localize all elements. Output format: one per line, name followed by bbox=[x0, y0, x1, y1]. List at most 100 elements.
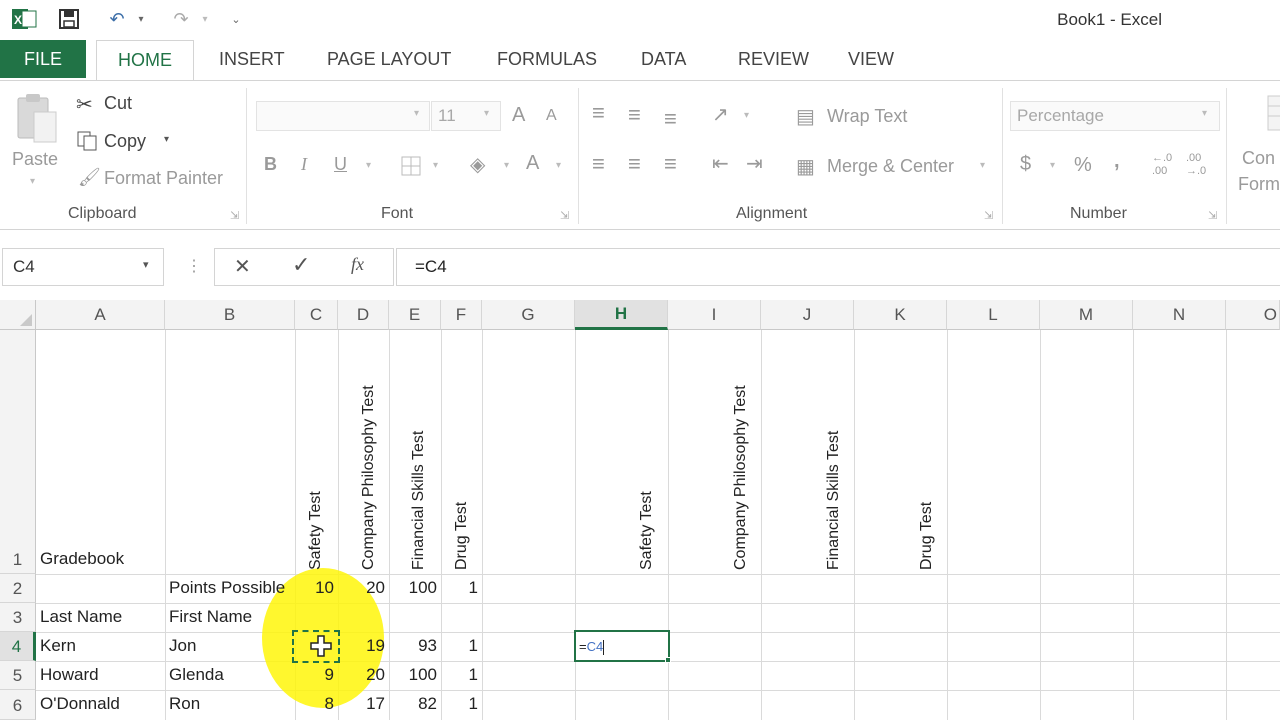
cell-d1[interactable]: Company Philosophy Test bbox=[360, 346, 378, 570]
insert-function-icon[interactable]: fx bbox=[351, 254, 364, 275]
tab-data[interactable]: DATA bbox=[641, 40, 686, 78]
number-format-combo[interactable]: Percentage bbox=[1010, 101, 1220, 131]
underline-button[interactable]: U bbox=[334, 154, 347, 175]
cell-c1[interactable]: Safety Test bbox=[307, 460, 325, 570]
cell-h1[interactable]: Safety Test bbox=[638, 460, 656, 570]
name-box-dropdown-icon[interactable]: ▾ bbox=[143, 258, 149, 271]
cell-e4[interactable]: 93 bbox=[389, 636, 437, 656]
tab-formulas[interactable]: FORMULAS bbox=[497, 40, 597, 78]
cell-b6[interactable]: Ron bbox=[169, 694, 200, 714]
customize-qat-icon[interactable]: ⌄ bbox=[228, 6, 244, 32]
shrink-font-icon[interactable]: A bbox=[546, 107, 557, 125]
column-header-c[interactable]: C bbox=[295, 300, 338, 330]
column-header-a[interactable]: A bbox=[36, 300, 165, 330]
tab-file[interactable]: FILE bbox=[0, 40, 86, 78]
increase-indent-icon[interactable]: ⇥ bbox=[746, 151, 763, 176]
alignment-launcher-icon[interactable]: ⇲ bbox=[984, 209, 993, 222]
currency-button[interactable]: $ bbox=[1020, 153, 1031, 176]
undo-dropdown-icon[interactable]: ▾ bbox=[134, 6, 148, 32]
tab-view[interactable]: VIEW bbox=[848, 40, 894, 78]
column-header-b[interactable]: B bbox=[165, 300, 295, 330]
row-header-6[interactable]: 6 bbox=[0, 690, 36, 720]
font-name-dropdown-icon[interactable]: ▾ bbox=[414, 108, 419, 119]
font-color-icon[interactable]: A bbox=[526, 152, 539, 175]
tab-home[interactable]: HOME bbox=[96, 40, 194, 80]
conditional-formatting-label-2[interactable]: Form bbox=[1238, 174, 1280, 195]
cell-e1[interactable]: Financial Skills Test bbox=[410, 400, 428, 570]
number-format-dropdown-icon[interactable]: ▾ bbox=[1202, 108, 1207, 119]
column-header-e[interactable]: E bbox=[389, 300, 441, 330]
cell-k1[interactable]: Drug Test bbox=[918, 480, 936, 570]
cell-b4[interactable]: Jon bbox=[169, 636, 196, 656]
format-painter-button[interactable]: Format Painter bbox=[104, 168, 223, 189]
cell-h4-editing[interactable]: =C4 bbox=[574, 630, 670, 662]
decrease-indent-icon[interactable]: ⇤ bbox=[712, 151, 729, 176]
select-all-button[interactable] bbox=[0, 300, 36, 330]
tab-review[interactable]: REVIEW bbox=[738, 40, 809, 78]
row-header-5[interactable]: 5 bbox=[0, 661, 36, 690]
align-top-icon[interactable]: ≡ bbox=[592, 100, 605, 126]
name-box[interactable]: C4 bbox=[2, 248, 164, 286]
row-header-3[interactable]: 3 bbox=[0, 603, 36, 632]
paste-dropdown-icon[interactable]: ▾ bbox=[30, 176, 35, 187]
conditional-formatting-label-1[interactable]: Con bbox=[1242, 148, 1275, 169]
bold-button[interactable]: B bbox=[264, 154, 277, 175]
cell-i1[interactable]: Company Philosophy Test bbox=[732, 346, 750, 570]
align-center-icon[interactable]: ≡ bbox=[628, 151, 641, 177]
cell-e2[interactable]: 100 bbox=[389, 578, 437, 598]
font-launcher-icon[interactable]: ⇲ bbox=[560, 209, 569, 222]
column-header-k[interactable]: K bbox=[854, 300, 947, 330]
cell-b2[interactable]: Points Possible bbox=[169, 578, 295, 598]
paste-button[interactable]: Paste bbox=[12, 149, 58, 170]
cell-c2[interactable]: 10 bbox=[295, 578, 334, 598]
cell-j1[interactable]: Financial Skills Test bbox=[825, 400, 843, 570]
wrap-text-button[interactable]: Wrap Text bbox=[827, 106, 907, 127]
enter-icon[interactable]: ✓ bbox=[292, 252, 310, 278]
cell-c6[interactable]: 8 bbox=[295, 694, 334, 714]
tab-page-layout[interactable]: PAGE LAYOUT bbox=[327, 40, 451, 78]
column-header-d[interactable]: D bbox=[338, 300, 389, 330]
cell-a4[interactable]: Kern bbox=[40, 636, 76, 656]
column-header-n[interactable]: N bbox=[1133, 300, 1226, 330]
cell-a5[interactable]: Howard bbox=[40, 665, 99, 685]
align-left-icon[interactable]: ≡ bbox=[592, 151, 605, 177]
copy-button[interactable]: Copy bbox=[104, 131, 146, 152]
cell-f5[interactable]: 1 bbox=[441, 665, 478, 685]
column-header-i[interactable]: I bbox=[668, 300, 761, 330]
column-header-l[interactable]: L bbox=[947, 300, 1040, 330]
row-header-2[interactable]: 2 bbox=[0, 574, 36, 603]
cell-e5[interactable]: 100 bbox=[389, 665, 437, 685]
number-launcher-icon[interactable]: ⇲ bbox=[1208, 209, 1217, 222]
cell-a3[interactable]: Last Name bbox=[40, 607, 122, 627]
align-bottom-icon[interactable]: ≡ bbox=[664, 106, 677, 132]
fill-color-dropdown-icon[interactable]: ▾ bbox=[504, 160, 509, 171]
clipboard-launcher-icon[interactable]: ⇲ bbox=[230, 209, 239, 222]
cell-f2[interactable]: 1 bbox=[441, 578, 478, 598]
align-right-icon[interactable]: ≡ bbox=[664, 151, 677, 177]
font-color-dropdown-icon[interactable]: ▾ bbox=[556, 160, 561, 171]
font-size-dropdown-icon[interactable]: ▾ bbox=[484, 108, 489, 119]
cell-c5[interactable]: 9 bbox=[295, 665, 334, 685]
cell-f6[interactable]: 1 bbox=[441, 694, 478, 714]
cell-f4[interactable]: 1 bbox=[441, 636, 478, 656]
column-header-g[interactable]: G bbox=[482, 300, 575, 330]
row-header-4[interactable]: 4 bbox=[0, 632, 36, 661]
cell-b3[interactable]: First Name bbox=[169, 607, 252, 627]
column-header-h[interactable]: H bbox=[575, 300, 668, 330]
decrease-decimal-button[interactable]: .00 →.0 bbox=[1186, 152, 1216, 178]
cell-d4[interactable]: 19 bbox=[338, 636, 385, 656]
comma-button[interactable]: , bbox=[1114, 150, 1120, 173]
cell-b5[interactable]: Glenda bbox=[169, 665, 224, 685]
cell-d2[interactable]: 20 bbox=[338, 578, 385, 598]
column-header-j[interactable]: J bbox=[761, 300, 854, 330]
borders-dropdown-icon[interactable]: ▾ bbox=[433, 160, 438, 171]
row-header-1[interactable]: 1 bbox=[0, 330, 36, 574]
orientation-icon[interactable]: ↗ bbox=[712, 102, 729, 127]
align-middle-icon[interactable]: ≡ bbox=[628, 102, 641, 128]
save-icon[interactable] bbox=[54, 6, 84, 32]
cell-f1[interactable]: Drug Test bbox=[453, 480, 471, 570]
cell-a6[interactable]: O'Donnald bbox=[40, 694, 120, 714]
increase-decimal-button[interactable]: ←.0 .00 bbox=[1152, 152, 1182, 178]
grow-font-icon[interactable]: A bbox=[512, 104, 525, 127]
cell-a1[interactable]: Gradebook bbox=[40, 549, 124, 569]
